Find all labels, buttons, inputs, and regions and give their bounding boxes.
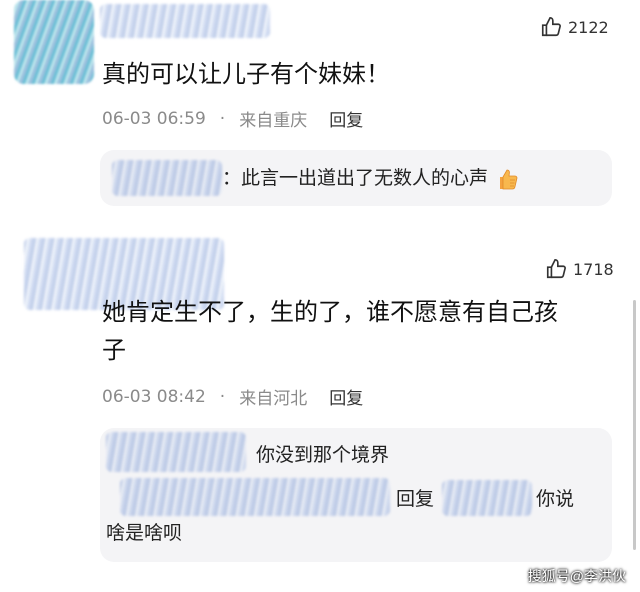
username-redacted[interactable] (100, 4, 270, 38)
like-button[interactable]: 1718 (545, 258, 614, 280)
thumbs-up-emoji (500, 169, 518, 189)
reply-button[interactable]: 回复 (329, 384, 363, 409)
timestamp: 06-03 08:42 (102, 386, 206, 407)
comment-text-line-1: 她肯定生不了，生的了，谁不愿意有自己孩 (102, 298, 558, 326)
reply-line-1: 你没到那个境界 (256, 444, 390, 466)
scrollbar[interactable] (633, 300, 636, 550)
reply-separator: ： (222, 167, 242, 189)
reply-username-redacted (106, 432, 246, 472)
reply-username-redacted (112, 160, 222, 196)
like-count: 2122 (568, 17, 609, 37)
reply-preview[interactable]: 你没到那个境界 回复 你说 啥是啥呗 (100, 428, 612, 562)
location: 来自重庆 (239, 111, 308, 131)
reply-word: 回复 (396, 488, 435, 510)
like-count: 1718 (573, 259, 614, 279)
comment-text-line-2: 子 (102, 336, 126, 364)
reply-line-3: 啥是啥呗 (106, 522, 183, 544)
reply-mention-redacted (120, 478, 390, 516)
reply-button[interactable]: 回复 (329, 106, 363, 131)
location: 来自河北 (239, 389, 308, 409)
comment-text: 真的可以让儿子有个妹妹！ (102, 60, 390, 88)
avatar[interactable] (14, 0, 94, 84)
meta-dot: · (219, 108, 226, 129)
reply-target-redacted (442, 480, 532, 516)
meta-dot: · (219, 386, 226, 407)
like-button[interactable]: 2122 (540, 16, 609, 38)
reply-line-2-end: 你说 (536, 488, 575, 510)
reply-text: 此言一出道出了无数人的心声 (241, 167, 489, 189)
reply-preview[interactable]: ：此言一出道出了无数人的心声 (100, 150, 612, 206)
thumbs-up-icon (541, 17, 561, 37)
timestamp: 06-03 06:59 (102, 108, 206, 129)
watermark: 搜狐号@李洪伙 (527, 568, 626, 584)
comment-meta: 06-03 06:59 · 来自重庆 回复 (102, 106, 363, 132)
thumbs-up-icon (546, 259, 566, 279)
comment-meta: 06-03 08:42 · 来自河北 回复 (102, 384, 363, 410)
